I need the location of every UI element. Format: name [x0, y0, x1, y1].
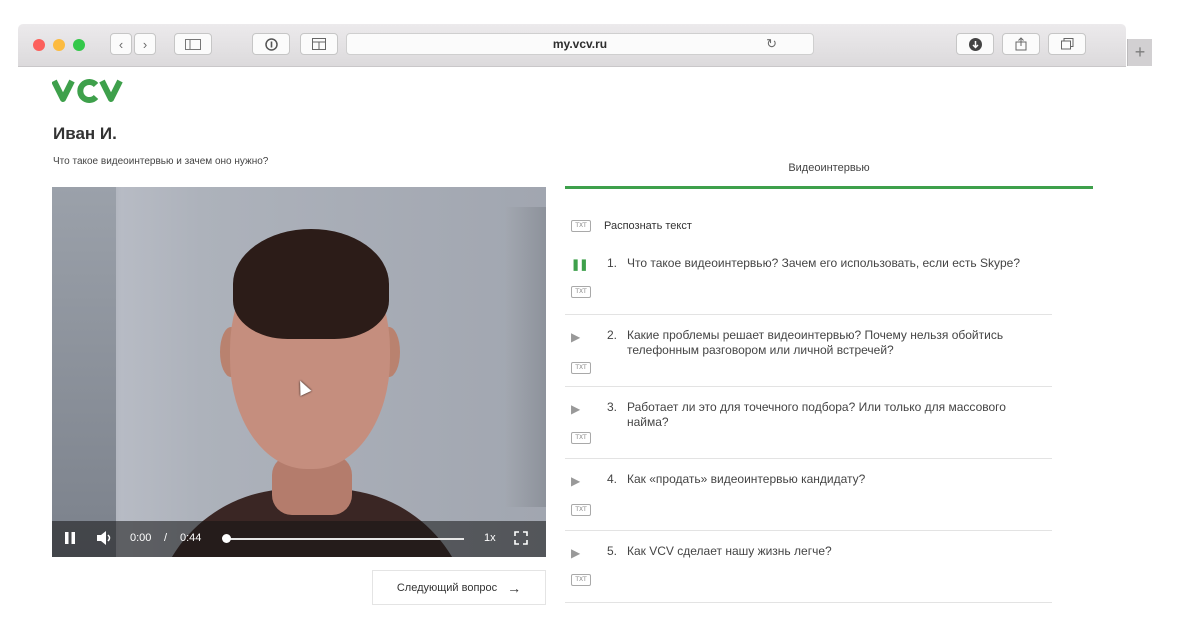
question-number: 4. [607, 472, 618, 486]
question-text: Как «продать» видеоинтервью кандидату? [627, 472, 866, 486]
video-background-right [506, 207, 546, 507]
play-icon[interactable]: ▶ [571, 546, 580, 560]
question-item-5[interactable]: ▶ 5. Как VCV сделает нашу жизнь легче? T… [565, 536, 1052, 603]
chevron-left-icon: ‹ [118, 36, 124, 52]
question-text: Какие проблемы решает видеоинтервью? Поч… [627, 328, 1004, 357]
privacy-button[interactable] [252, 33, 290, 55]
playback-speed[interactable]: 1x [484, 532, 496, 544]
volume-icon [97, 531, 111, 545]
zoom-window-button[interactable] [73, 39, 85, 51]
share-icon [1015, 37, 1027, 51]
question-item-2[interactable]: ▶ 2. Какие проблемы решает видеоинтервью… [565, 320, 1052, 387]
sidebar-icon [185, 38, 201, 50]
forward-button[interactable]: › [134, 33, 156, 55]
minimize-window-button[interactable] [53, 39, 65, 51]
tabs-icon [1060, 38, 1073, 50]
active-tab-indicator [565, 186, 1093, 189]
next-question-button[interactable]: Следующий вопрос → [372, 570, 546, 605]
txt-icon[interactable]: TXT [571, 220, 591, 232]
play-icon[interactable]: ▶ [571, 330, 580, 344]
question-item-4[interactable]: ▶ 4. Как «продать» видеоинтервью кандида… [565, 464, 1052, 531]
video-controls: 0:00 / 0:44 1x [52, 521, 546, 557]
next-question-label: Следующий вопрос [396, 581, 498, 594]
volume-button[interactable] [96, 530, 114, 549]
candidate-name: Иван И. [53, 124, 117, 143]
grid-icon [312, 38, 326, 50]
question-number: 1. [607, 256, 618, 270]
txt-icon[interactable]: TXT [571, 574, 591, 586]
fullscreen-button[interactable] [514, 531, 528, 548]
time-separator: / [164, 532, 168, 544]
video-background-left [52, 187, 116, 557]
browser-toolbar: ‹ › my.vcv.ru ↻ + [18, 24, 1152, 67]
tab-video-interview[interactable]: Видеоинтервью [565, 162, 1093, 174]
question-text: Работает ли это для точечного подбора? И… [627, 400, 1006, 429]
fullscreen-icon [514, 531, 528, 545]
recognize-text-button[interactable]: Распознать текст [604, 220, 692, 232]
progress-bar[interactable] [228, 538, 464, 540]
play-icon[interactable]: ▶ [571, 402, 580, 416]
chevron-right-icon: › [142, 36, 148, 52]
txt-icon[interactable]: TXT [571, 362, 591, 374]
vcv-logo [51, 76, 124, 111]
question-item-3[interactable]: ▶ 3. Работает ли это для точечного подбо… [565, 392, 1052, 459]
question-number: 3. [607, 400, 618, 414]
current-question-title: Что такое видеоинтервью и зачем оно нужн… [53, 156, 269, 167]
question-number: 5. [607, 544, 618, 558]
close-window-button[interactable] [33, 39, 45, 51]
new-tab-button[interactable]: + [1127, 39, 1152, 66]
duration-time: 0:44 [180, 532, 202, 544]
reload-icon[interactable]: ↻ [766, 36, 777, 52]
current-time: 0:00 [130, 532, 152, 544]
pause-button[interactable] [64, 531, 76, 548]
question-text: Как VCV сделает нашу жизнь легче? [627, 544, 832, 558]
address-bar[interactable]: my.vcv.ru ↻ [346, 33, 814, 55]
plus-icon: + [1134, 42, 1146, 62]
txt-icon[interactable]: TXT [571, 286, 591, 298]
speaker-hair [233, 229, 389, 339]
share-button[interactable] [1002, 33, 1040, 55]
downloads-button[interactable] [956, 33, 994, 55]
video-player[interactable]: 0:00 / 0:44 1x [52, 187, 546, 557]
pause-icon [65, 532, 75, 544]
back-button[interactable]: ‹ [110, 33, 132, 55]
pause-icon[interactable]: ❚❚ [571, 258, 588, 271]
txt-icon[interactable]: TXT [571, 432, 591, 444]
logo-wordmark [51, 79, 123, 103]
play-icon[interactable]: ▶ [571, 474, 580, 488]
url-text: my.vcv.ru [552, 37, 608, 51]
tabs-overview-button[interactable] [1048, 33, 1086, 55]
progress-handle[interactable] [222, 534, 231, 543]
top-sites-button[interactable] [300, 33, 338, 55]
sidebar-button[interactable] [174, 33, 212, 55]
download-icon [968, 37, 982, 51]
arrow-right-icon: → [507, 579, 522, 596]
question-number: 2. [607, 328, 618, 342]
question-text: Что такое видеоинтервью? Зачем его испол… [627, 256, 1020, 270]
question-item-1[interactable]: ❚❚ 1. Что такое видеоинтервью? Зачем его… [565, 248, 1052, 315]
txt-icon[interactable]: TXT [571, 504, 591, 516]
info-icon [264, 37, 278, 51]
